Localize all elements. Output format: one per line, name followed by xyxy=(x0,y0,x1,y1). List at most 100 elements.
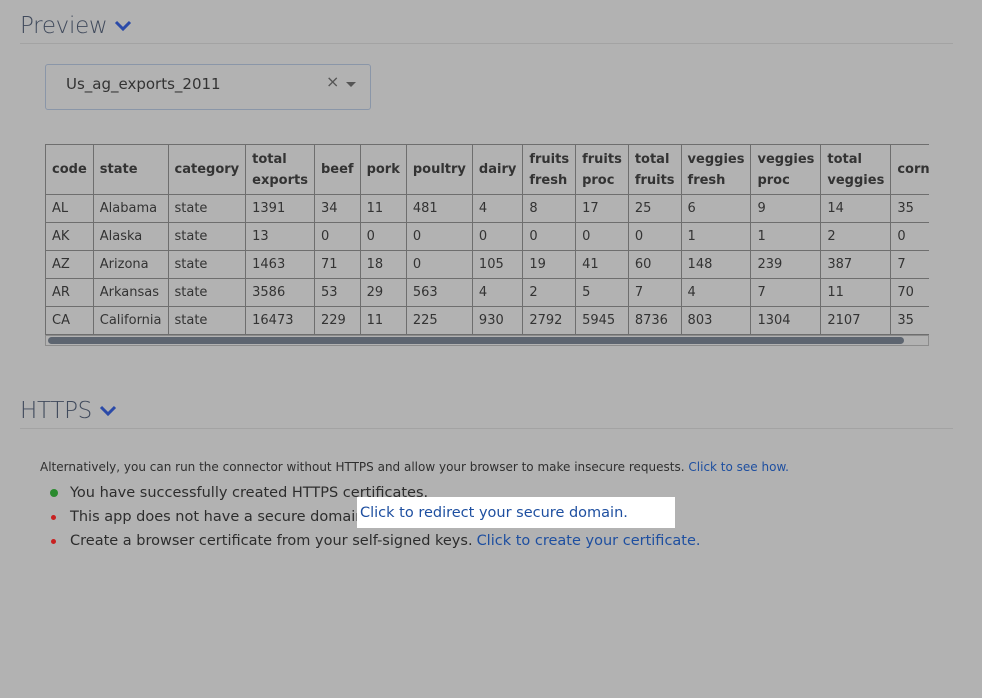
table-cell: 229 xyxy=(313,306,361,335)
table-cell: 1 xyxy=(750,222,822,251)
column-header[interactable]: fruits fresh xyxy=(522,144,577,195)
column-header-label: total xyxy=(252,151,287,167)
table-cell: 41 xyxy=(575,250,629,279)
table-cell: 0 xyxy=(313,222,361,251)
column-header-label: poultry xyxy=(412,162,466,177)
table-cell: 71 xyxy=(313,250,361,279)
table-cell: 0 xyxy=(627,222,682,251)
column-header[interactable]: state xyxy=(92,144,169,195)
table-cell: CA xyxy=(45,306,94,335)
column-header[interactable]: veggies fresh xyxy=(680,144,752,195)
table-cell: 34 xyxy=(313,194,361,223)
table-cell: 2792 xyxy=(522,306,577,335)
table-cell: 8 xyxy=(522,194,577,223)
preview-section-header[interactable]: Preview xyxy=(20,8,953,44)
preview-title: Preview xyxy=(20,12,108,39)
column-header[interactable]: beef xyxy=(313,144,361,195)
table-cell: state xyxy=(167,278,247,307)
create-certificate-link[interactable]: Click to create your certificate. xyxy=(477,533,701,549)
column-header-label: state xyxy=(99,162,138,177)
table-cell: 0 xyxy=(471,222,524,251)
column-header-label: pork xyxy=(366,162,400,177)
table-cell: 11 xyxy=(359,306,407,335)
table-cell: 481 xyxy=(405,194,473,223)
column-header[interactable]: dairy xyxy=(471,144,524,195)
table-cell: 930 xyxy=(471,306,524,335)
table-cell: 9 xyxy=(750,194,822,223)
https-alternative-text: Alternatively, you can run the connector… xyxy=(40,460,789,474)
table-cell: 1463 xyxy=(245,250,315,279)
status-error-icon xyxy=(51,514,56,520)
column-header-label: dairy xyxy=(478,162,517,177)
column-header-label: total xyxy=(634,151,670,167)
table-cell: state xyxy=(167,250,247,279)
table-cell: 105 xyxy=(471,250,524,279)
status-item-browser-certificate: Create a browser certificate from your s… xyxy=(50,529,701,553)
table-cell: 19 xyxy=(522,250,577,279)
table-cell: 2107 xyxy=(820,306,892,335)
clear-icon[interactable]: × xyxy=(326,72,339,91)
column-header[interactable]: corn xyxy=(890,144,929,195)
column-header-label: veggies xyxy=(827,172,885,188)
table-cell: 13 xyxy=(245,222,315,251)
column-header-label: fruits xyxy=(529,151,570,167)
table-row: ARArkansasstate3586532956342574711701156… xyxy=(45,278,929,307)
table-cell: 4 xyxy=(471,194,524,223)
table-cell: 70 xyxy=(890,278,929,307)
column-header[interactable]: poultry xyxy=(405,144,473,195)
table-cell: 11 xyxy=(820,278,892,307)
table-cell: AL xyxy=(45,194,94,223)
redirect-domain-highlight[interactable]: Click to redirect your secure domain. xyxy=(357,497,675,528)
column-header[interactable]: veggies proc xyxy=(750,144,822,195)
preview-table-container: code state category total exports beef pork pou… xyxy=(45,144,929,348)
column-header-label: corn xyxy=(897,162,929,177)
table-row: ALAlabamastate13913411481481725691435703… xyxy=(45,194,929,223)
column-header-label: veggies xyxy=(757,151,815,167)
column-header-label: veggies xyxy=(687,151,745,167)
table-cell: state xyxy=(167,306,247,335)
table-cell: 0 xyxy=(575,222,629,251)
preview-table: code state category total exports beef pork pou… xyxy=(45,144,929,335)
table-cell: 16473 xyxy=(245,306,315,335)
table-cell: 2 xyxy=(522,278,577,307)
table-cell: 18 xyxy=(359,250,407,279)
table-cell: 29 xyxy=(359,278,407,307)
chevron-down-icon[interactable] xyxy=(346,82,356,87)
column-header[interactable]: total exports xyxy=(245,144,315,195)
column-header[interactable]: fruits proc xyxy=(575,144,629,195)
column-header[interactable]: category xyxy=(167,144,247,195)
column-header[interactable]: total veggies xyxy=(820,144,892,195)
column-header[interactable]: total fruits xyxy=(627,144,682,195)
see-how-link[interactable]: Click to see how. xyxy=(688,460,789,474)
https-section-header[interactable]: HTTPS xyxy=(20,393,953,429)
chevron-down-icon[interactable] xyxy=(98,401,118,421)
table-cell: 1391 xyxy=(245,194,315,223)
column-header-label: exports xyxy=(252,172,308,188)
dataset-select-value: Us_ag_exports_2011 xyxy=(66,75,221,93)
table-cell: 0 xyxy=(405,250,473,279)
column-header-label: beef xyxy=(320,162,354,177)
table-cell: 2 xyxy=(820,222,892,251)
column-header-label: category xyxy=(174,162,240,177)
table-cell: 6 xyxy=(680,194,752,223)
column-header[interactable]: pork xyxy=(359,144,407,195)
table-horizontal-scrollbar[interactable] xyxy=(45,335,929,346)
table-cell: 4 xyxy=(471,278,524,307)
dataset-select[interactable]: Us_ag_exports_2011 × xyxy=(45,64,371,110)
status-error-icon xyxy=(51,538,56,544)
table-cell: Arizona xyxy=(92,250,169,279)
scrollbar-thumb[interactable] xyxy=(48,337,904,344)
table-cell: 0 xyxy=(405,222,473,251)
table-cell: 803 xyxy=(680,306,752,335)
table-cell: 0 xyxy=(359,222,407,251)
table-cell: 14 xyxy=(820,194,892,223)
table-cell: 5 xyxy=(575,278,629,307)
column-header[interactable]: code xyxy=(45,144,94,195)
redirect-domain-link[interactable]: Click to redirect your secure domain. xyxy=(360,505,628,521)
table-cell: 35 xyxy=(890,194,929,223)
table-cell: 8736 xyxy=(627,306,682,335)
table-cell: Arkansas xyxy=(92,278,169,307)
status-text: Create a browser certificate from your s… xyxy=(70,533,473,549)
status-success-icon xyxy=(50,489,58,497)
chevron-down-icon[interactable] xyxy=(113,16,133,36)
